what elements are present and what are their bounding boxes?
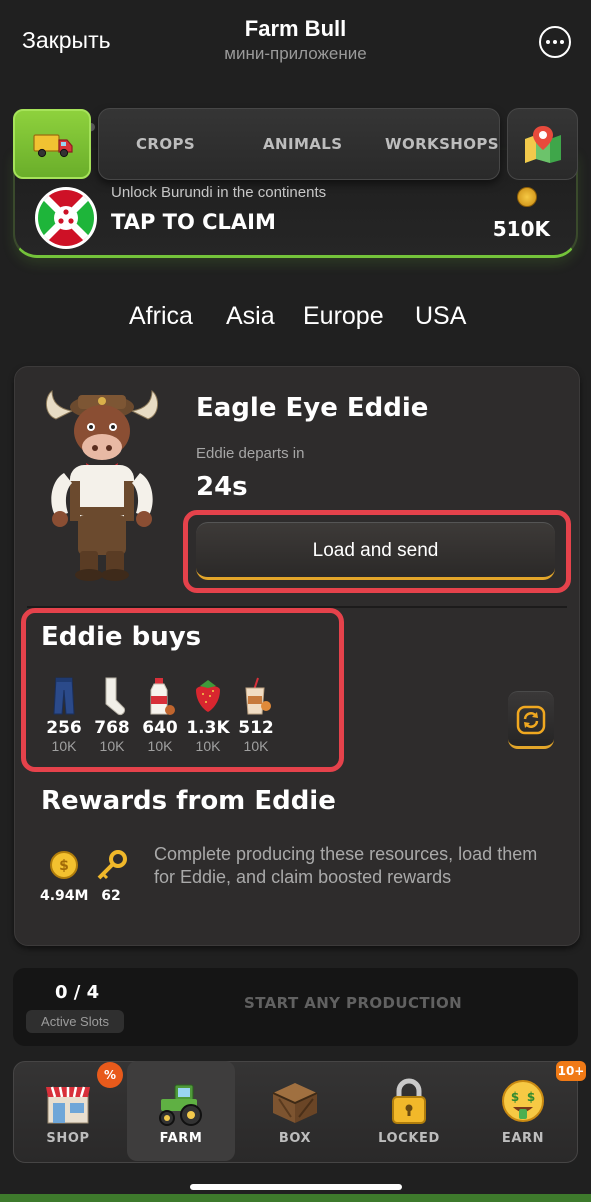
coin-icon xyxy=(517,187,537,207)
departure-label: Eddie departs in xyxy=(196,445,305,462)
slots-count: 0 / 4 xyxy=(55,982,100,1003)
tab-orders[interactable] xyxy=(13,109,91,179)
claim-action: TAP TO CLAIM xyxy=(111,210,276,234)
milkshake-icon xyxy=(236,676,276,716)
ellipsis-circle-icon xyxy=(546,40,550,44)
buys-title: Eddie buys xyxy=(41,622,202,652)
claim-reward-value: 510K xyxy=(492,217,550,241)
reward-item: 62 xyxy=(94,850,128,904)
buy-item: 1.3K 10K xyxy=(184,676,232,754)
shop-sale-badge: % xyxy=(97,1062,123,1088)
coin-icon: $ xyxy=(50,851,79,879)
rewards-description: Complete producing these resources, load… xyxy=(154,844,538,887)
strawberry-icon xyxy=(188,676,228,716)
refresh-button[interactable] xyxy=(508,691,554,749)
slots-label: Active Slots xyxy=(26,1010,124,1033)
grass-strip xyxy=(0,1194,591,1202)
npc-name: Eagle Eye Eddie xyxy=(196,393,429,423)
continent-tab-asia[interactable]: Asia xyxy=(226,302,275,331)
svg-text:$: $ xyxy=(511,1090,519,1104)
continent-tab-usa[interactable]: USA xyxy=(415,302,466,331)
buy-item: 768 10K xyxy=(88,676,136,754)
bull-character-avatar xyxy=(46,389,158,581)
rewards-title: Rewards from Eddie xyxy=(41,786,336,816)
load-and-send-button[interactable]: Load and send xyxy=(196,522,555,580)
reward-item: $ 4.94M xyxy=(40,850,88,904)
crate-icon xyxy=(272,1083,318,1123)
buy-item: 640 10K xyxy=(136,676,184,754)
refresh-icon xyxy=(516,705,546,735)
continent-tab-europe[interactable]: Europe xyxy=(303,302,384,331)
claim-subtitle: Unlock Burundi in the continents xyxy=(111,184,327,201)
category-tabs: CROPS ANIMALS WORKSHOPS xyxy=(98,108,500,180)
shop-icon xyxy=(46,1086,90,1124)
buy-item: 256 10K xyxy=(40,676,88,754)
map-button[interactable] xyxy=(507,108,578,180)
more-options-button[interactable] xyxy=(539,26,571,58)
jeans-icon xyxy=(44,676,84,716)
tractor-icon xyxy=(159,1084,202,1126)
app-subtitle: мини-приложение xyxy=(224,44,367,63)
continent-tab-africa[interactable]: Africa xyxy=(129,302,193,331)
burundi-flag-icon xyxy=(35,187,97,249)
milk-bottle-icon xyxy=(140,676,180,716)
app-title: Farm Bull xyxy=(244,16,347,41)
svg-text:$: $ xyxy=(59,858,69,874)
slots-status: START ANY PRODUCTION xyxy=(244,994,463,1012)
earn-count-badge: 10+ xyxy=(556,1061,586,1081)
svg-text:$: $ xyxy=(527,1090,535,1104)
home-indicator[interactable] xyxy=(190,1184,402,1190)
tab-animals[interactable]: ANIMALS xyxy=(263,135,342,153)
nav-locked[interactable]: LOCKED xyxy=(355,1061,463,1161)
buy-item: 512 10K xyxy=(232,676,280,754)
departure-timer: 24s xyxy=(196,472,248,502)
padlock-icon xyxy=(392,1078,426,1124)
tab-crops[interactable]: CROPS xyxy=(136,135,195,153)
key-icon xyxy=(97,850,127,880)
map-pin-icon xyxy=(525,126,561,163)
tab-workshops[interactable]: WORKSHOPS xyxy=(385,135,499,153)
nav-box[interactable]: BOX xyxy=(241,1061,349,1161)
nav-farm[interactable]: FARM xyxy=(127,1061,235,1161)
money-face-icon: $ $ xyxy=(502,1080,544,1122)
truck-icon xyxy=(33,134,73,158)
sock-icon xyxy=(92,676,132,716)
